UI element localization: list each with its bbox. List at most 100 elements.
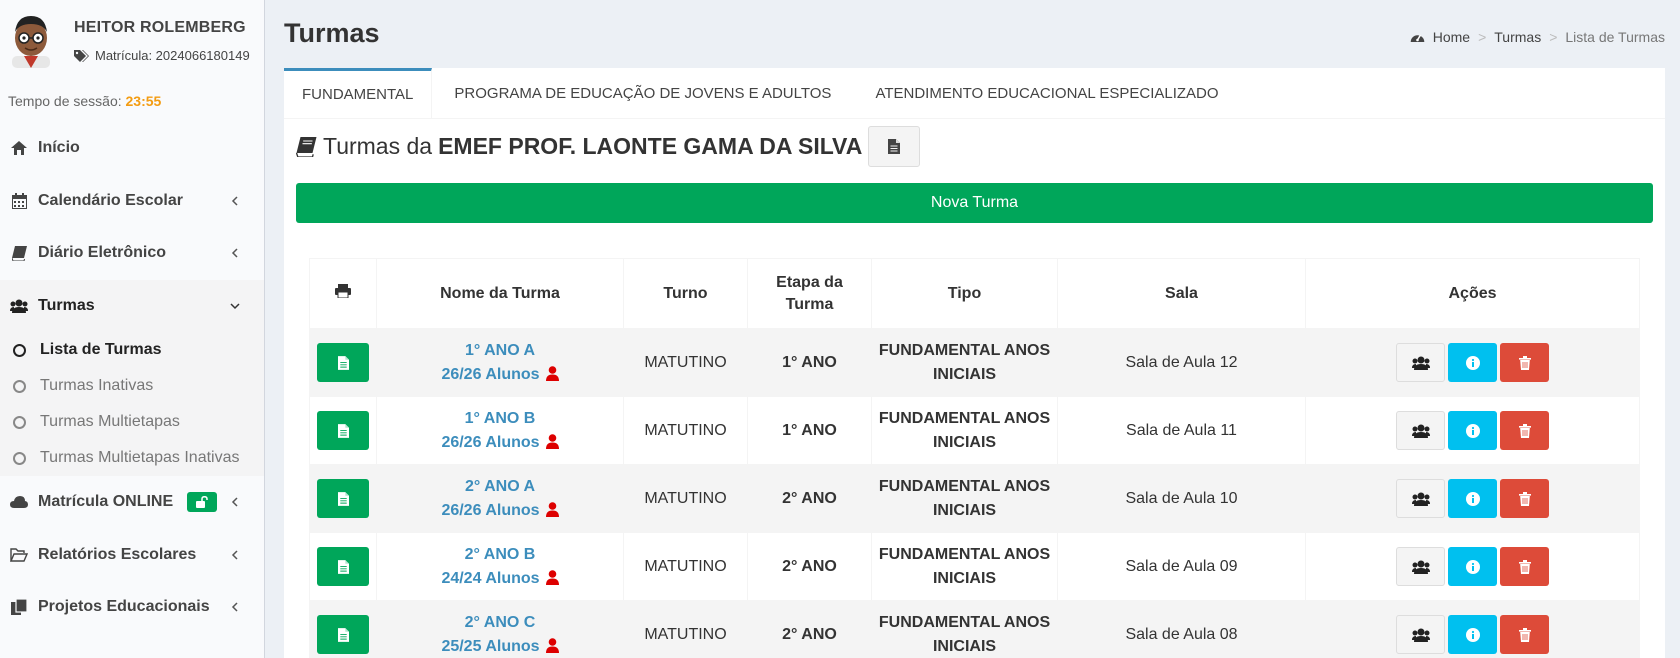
info-button[interactable] [1448, 479, 1497, 518]
user-icon [545, 365, 559, 381]
book-icon [10, 244, 28, 262]
box-title: Turmas da EMEF PROF. LAONTE GAMA DA SILV… [296, 126, 921, 167]
sidebar-item-relatorios[interactable]: Relatórios Escolares [0, 529, 264, 582]
sala-text: Sala de Aula 12 [1125, 353, 1238, 371]
class-document-button[interactable] [317, 547, 369, 586]
students-button[interactable] [1396, 615, 1445, 654]
etapa-text: 2° ANO [782, 557, 837, 575]
students-link[interactable]: 24/24 Alunos [377, 567, 623, 591]
class-name-link[interactable]: 2° ANO A [377, 475, 623, 499]
breadcrumb-home[interactable]: Home [1433, 29, 1470, 45]
submenu-item-label: Lista de Turmas [40, 341, 162, 358]
class-name: 2° ANO A [464, 477, 536, 495]
school-document-button[interactable] [868, 126, 921, 167]
turno-text: MATUTINO [644, 489, 727, 507]
etapa-cell: 2° ANO [747, 532, 872, 601]
delete-button[interactable] [1500, 343, 1549, 382]
circle-icon [13, 343, 26, 357]
sidebar-item-matricula-online[interactable]: Matrícula ONLINE [0, 476, 264, 529]
tipo-text-line2: INICIAIS [932, 433, 997, 451]
delete-button[interactable] [1500, 547, 1549, 586]
students-link[interactable]: 26/26 Alunos [377, 431, 623, 455]
info-icon [1465, 627, 1480, 642]
header-acoes: Ações [1305, 258, 1640, 329]
turmas-table: Nome da Turma Turno Etapa da Turma Tipo S… [309, 258, 1640, 658]
sala-text: Sala de Aula 11 [1126, 421, 1237, 439]
tab-aee[interactable]: ATENDIMENTO EDUCACIONAL ESPECIALIZADO [853, 68, 1240, 118]
students-count: 25/25 Alunos [441, 637, 540, 655]
class-document-button[interactable] [317, 411, 369, 450]
students-link[interactable]: 25/25 Alunos [377, 635, 623, 658]
info-icon [1465, 559, 1480, 574]
students-button[interactable] [1396, 547, 1445, 586]
submenu-item-multietapas-inativas[interactable]: Turmas Multietapas Inativas [0, 440, 264, 476]
tipo-text-line1: FUNDAMENTAL ANOS [878, 613, 1051, 631]
turno-text: MATUTINO [644, 625, 727, 643]
nova-turma-button[interactable]: Nova Turma [296, 183, 1653, 223]
tab-eja[interactable]: PROGRAMA DE EDUCAÇÃO DE JOVENS E ADULTOS [432, 68, 853, 118]
class-document-button[interactable] [317, 343, 369, 382]
class-name: 1° ANO A [464, 341, 536, 359]
students-count: 26/26 Alunos [441, 501, 540, 519]
class-name-link[interactable]: 1° ANO B [377, 407, 623, 431]
sidebar-item-turmas[interactable]: Turmas [0, 279, 264, 332]
info-button[interactable] [1448, 343, 1497, 382]
submenu-item-turmas-multietapas[interactable]: Turmas Multietapas [0, 404, 264, 440]
students-button[interactable] [1396, 343, 1445, 382]
delete-button[interactable] [1500, 411, 1549, 450]
user-panel: HEITOR ROLEMBERG Matrícula: 202406618014… [0, 0, 264, 82]
breadcrumb-separator: > [1478, 29, 1487, 45]
students-link[interactable]: 26/26 Alunos [377, 499, 623, 523]
info-button[interactable] [1448, 547, 1497, 586]
actions-cell [1305, 396, 1640, 465]
turno-cell: MATUTINO [623, 328, 748, 397]
tipo-text-line1: FUNDAMENTAL ANOS [878, 409, 1051, 427]
users-icon [1411, 356, 1430, 370]
delete-button[interactable] [1500, 615, 1549, 654]
sidebar-item-projetos[interactable]: Projetos Educacionais [0, 581, 264, 634]
class-document-button[interactable] [317, 479, 369, 518]
pdf-cell [309, 396, 377, 465]
class-name-link[interactable]: 2° ANO C [377, 611, 623, 635]
tipo-cell: FUNDAMENTAL ANOS INICIAIS [871, 532, 1058, 601]
delete-button[interactable] [1500, 479, 1549, 518]
users-icon [1411, 492, 1430, 506]
students-count: 24/24 Alunos [441, 569, 540, 587]
submenu-item-turmas-inativas[interactable]: Turmas Inativas [0, 368, 264, 404]
header-nome: Nome da Turma [376, 258, 624, 329]
box-title-prefix: Turmas da [323, 133, 433, 159]
students-link[interactable]: 26/26 Alunos [377, 363, 623, 387]
turmas-submenu: Lista de Turmas Turmas Inativas Turmas M… [0, 332, 264, 476]
students-count: 26/26 Alunos [441, 365, 540, 383]
header-sala: Sala [1057, 258, 1306, 329]
class-name-link[interactable]: 1° ANO A [377, 339, 623, 363]
pdf-cell [309, 328, 377, 397]
turno-cell: MATUTINO [623, 396, 748, 465]
user-icon [545, 569, 559, 585]
breadcrumb-turmas[interactable]: Turmas [1494, 29, 1541, 45]
tab-fundamental[interactable]: FUNDAMENTAL [284, 68, 433, 118]
trash-icon [1518, 627, 1531, 642]
tipo-text-line2: INICIAIS [932, 637, 997, 655]
turno-text: MATUTINO [644, 557, 727, 575]
file-text-icon [337, 423, 349, 438]
info-button[interactable] [1448, 615, 1497, 654]
session-time: 23:55 [125, 93, 162, 109]
trash-icon [1518, 491, 1531, 506]
print-header[interactable] [309, 258, 377, 329]
etapa-cell: 1° ANO [747, 396, 872, 465]
submenu-item-lista-turmas[interactable]: Lista de Turmas [0, 332, 264, 368]
class-name-link[interactable]: 2° ANO B [377, 543, 623, 567]
sidebar-item-diario[interactable]: Diário Eletrônico [0, 227, 264, 280]
sidebar-item-calendario[interactable]: Calendário Escolar [0, 175, 264, 228]
users-icon [1411, 560, 1430, 574]
dashboard-icon [1410, 34, 1425, 42]
students-button[interactable] [1396, 411, 1445, 450]
class-name-cell: 1° ANO A 26/26 Alunos [376, 328, 624, 397]
info-button[interactable] [1448, 411, 1497, 450]
students-button[interactable] [1396, 479, 1445, 518]
class-document-button[interactable] [317, 615, 369, 654]
tags-icon [74, 49, 89, 62]
file-text-icon [337, 491, 349, 506]
sidebar-item-inicio[interactable]: Início [0, 122, 264, 175]
